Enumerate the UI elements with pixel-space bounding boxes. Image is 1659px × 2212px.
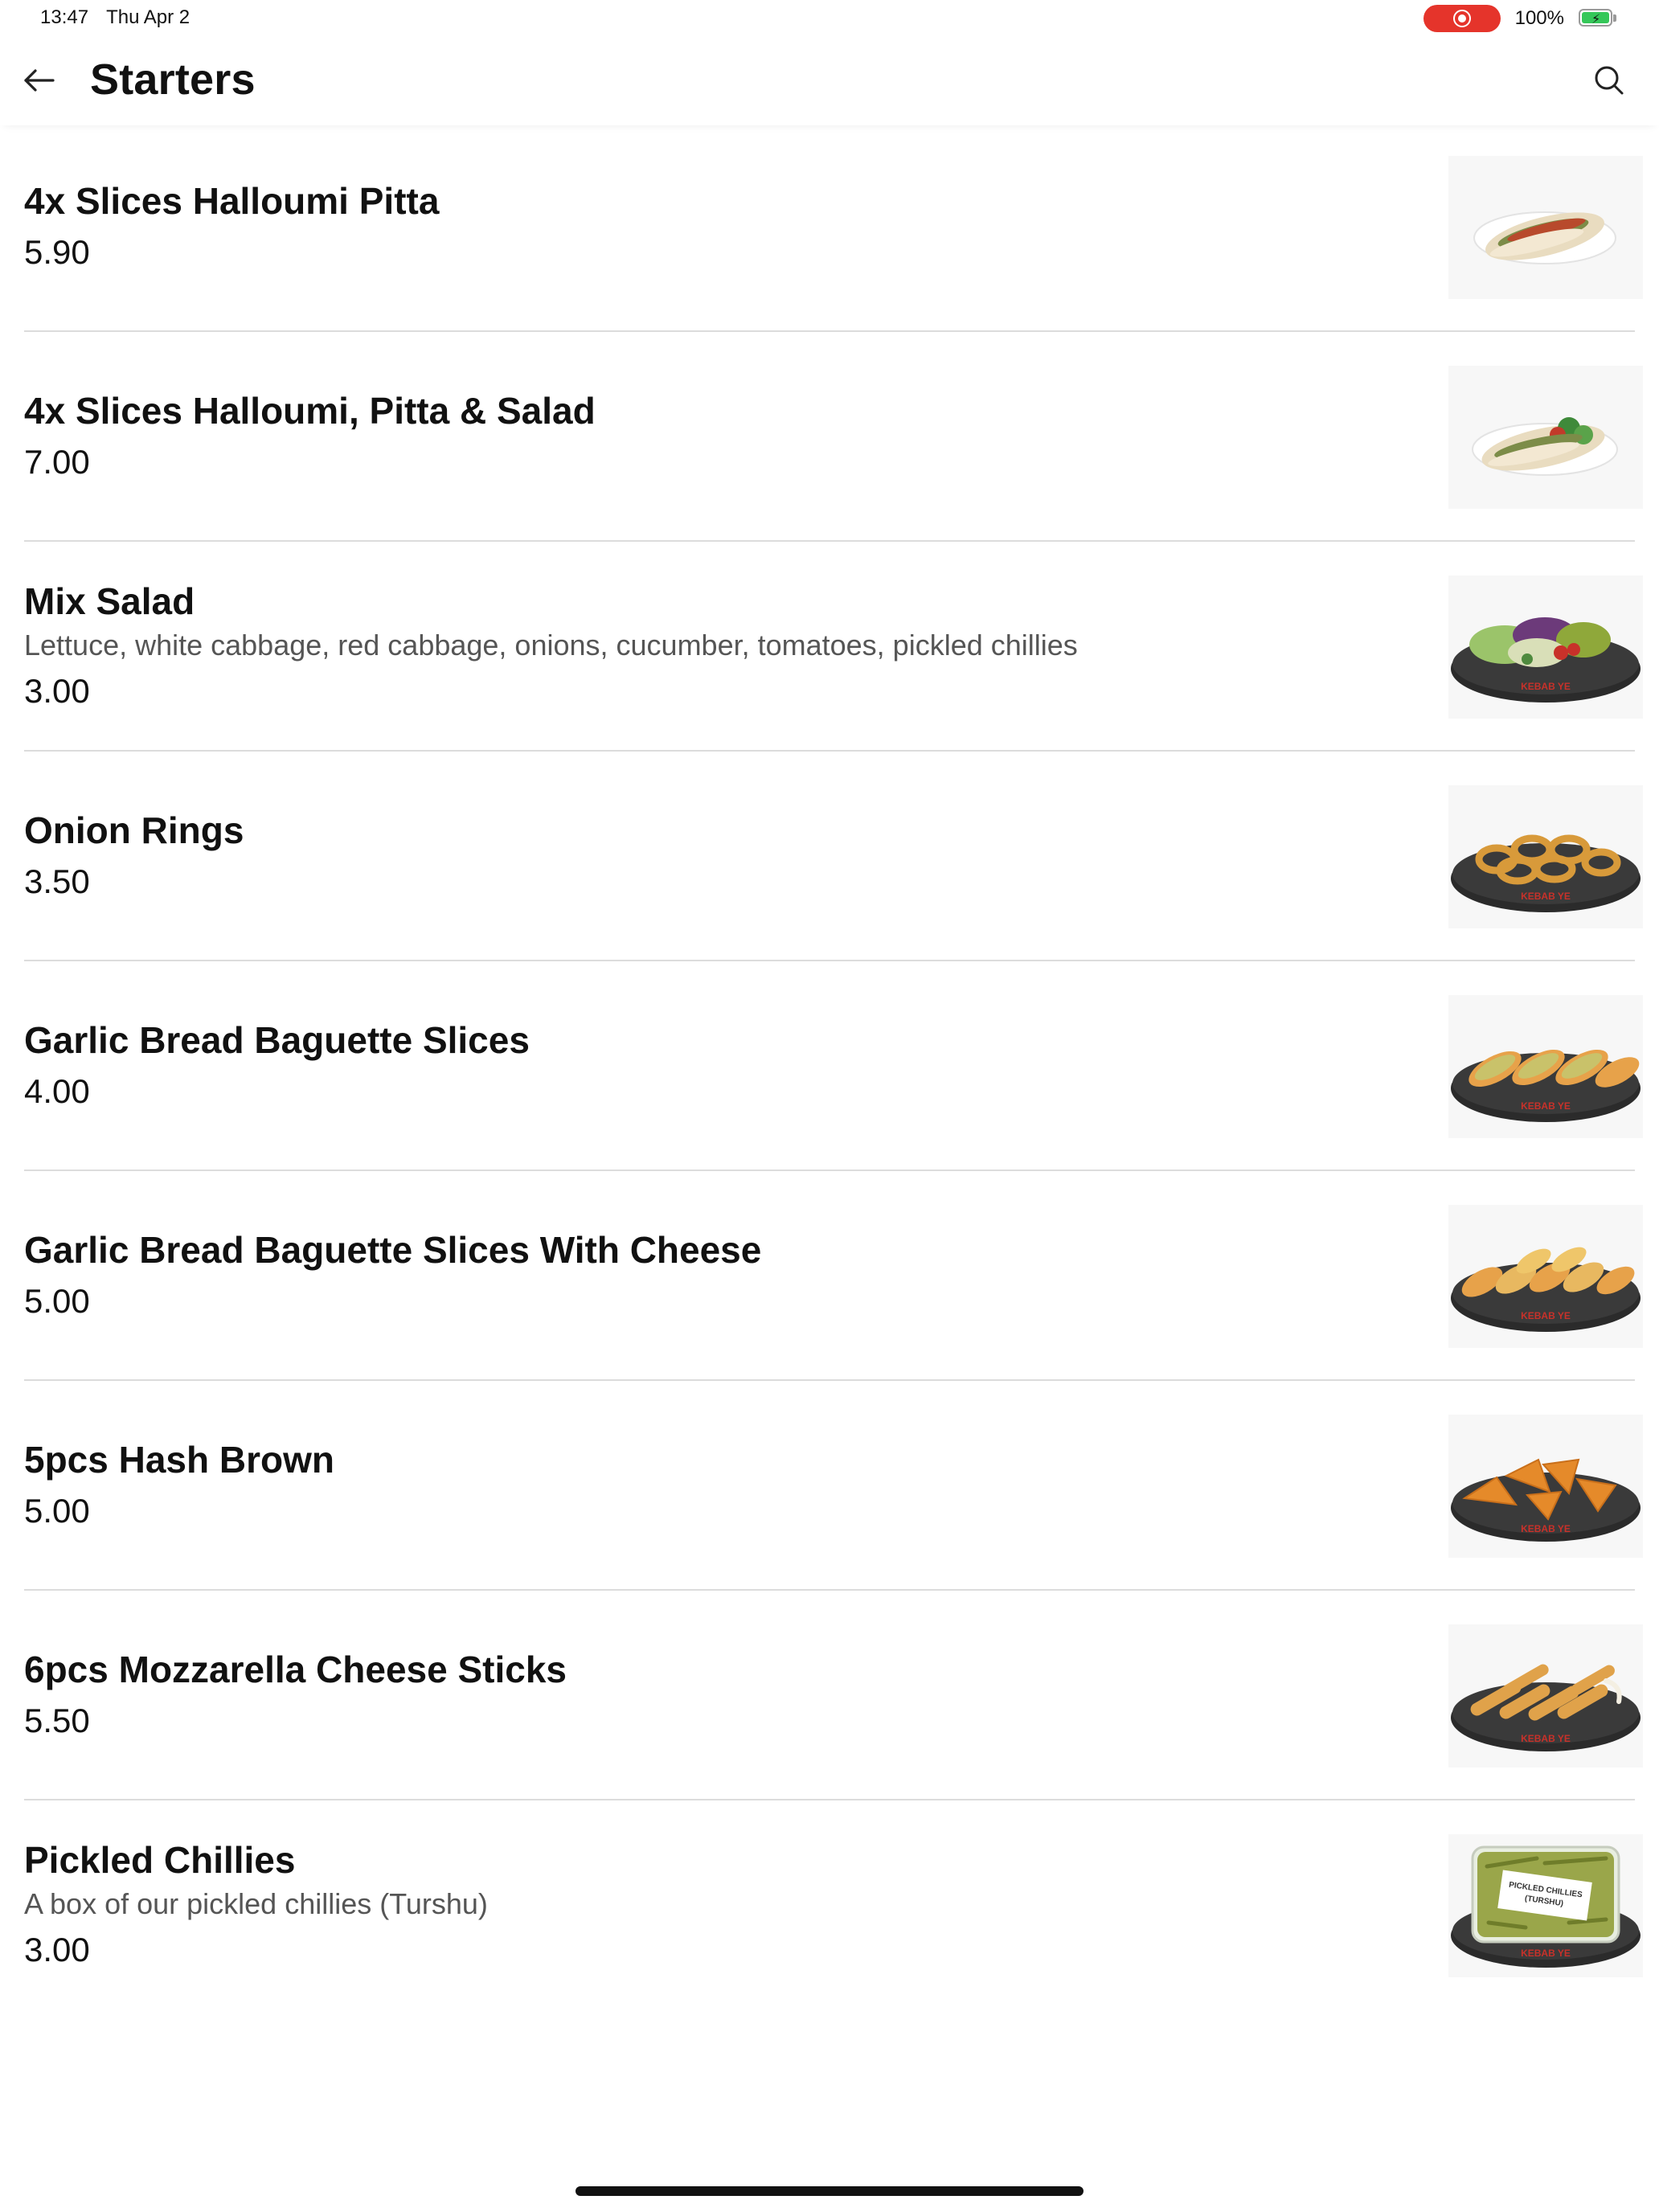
menu-item-description: A box of our pickled chillies (Turshu) bbox=[24, 1886, 488, 1920]
menu-list: 4x Slices Halloumi Pitta 5.90 4x Slices … bbox=[0, 122, 1659, 2010]
hash-brown-image: KEBAB YE bbox=[1448, 1414, 1643, 1558]
menu-item[interactable]: 4x Slices Halloumi, Pitta & Salad 7.00 bbox=[0, 332, 1659, 542]
menu-item-text: Pickled Chillies A box of our pickled ch… bbox=[24, 1835, 1391, 1976]
menu-item[interactable]: Onion Rings 3.50 KEBAB YE bbox=[0, 752, 1659, 961]
record-dot-icon bbox=[1457, 14, 1466, 23]
menu-item-text: 5pcs Hash Brown 5.00 bbox=[24, 1435, 1391, 1538]
menu-item-image: KEBAB YE bbox=[1448, 575, 1643, 719]
plate-label: KEBAB YE bbox=[1521, 891, 1571, 902]
menu-item[interactable]: Pickled Chillies A box of our pickled ch… bbox=[0, 1800, 1659, 2010]
menu-item-name: 4x Slices Halloumi Pitta bbox=[24, 179, 440, 222]
charging-bolt-icon: ⚡ bbox=[1591, 13, 1601, 27]
page-title: Starters bbox=[90, 55, 256, 104]
battery-percentage: 100% bbox=[1514, 7, 1564, 29]
arrow-left-icon bbox=[24, 69, 55, 92]
header: Starters bbox=[0, 40, 1659, 125]
menu-item-name: Mix Salad bbox=[24, 580, 195, 622]
menu-item-text: 4x Slices Halloumi Pitta 5.90 bbox=[24, 176, 1391, 279]
status-left: 13:47 Thu Apr 2 bbox=[40, 6, 190, 29]
menu-item-price: 4.00 bbox=[24, 1071, 90, 1110]
battery-icon: ⚡ bbox=[1579, 9, 1619, 28]
menu-item-price: 3.50 bbox=[24, 862, 90, 900]
halloumi-pitta-image bbox=[1448, 155, 1643, 299]
mix-salad-image: KEBAB YE bbox=[1448, 575, 1643, 719]
menu-item-price: 7.00 bbox=[24, 442, 90, 481]
plate-label: KEBAB YE bbox=[1521, 681, 1571, 692]
menu-item-name: 6pcs Mozzarella Cheese Sticks bbox=[24, 1648, 567, 1690]
menu-item-text: Mix Salad Lettuce, white cabbage, red ca… bbox=[24, 576, 1391, 718]
plate-label: KEBAB YE bbox=[1521, 1523, 1571, 1534]
mozzarella-sticks-image: KEBAB YE bbox=[1448, 1624, 1643, 1768]
plate-label: KEBAB YE bbox=[1521, 1948, 1571, 1959]
menu-item-image: KEBAB YE bbox=[1448, 1204, 1643, 1348]
menu-item-name: 5pcs Hash Brown bbox=[24, 1438, 334, 1481]
screen-recording-indicator[interactable] bbox=[1423, 5, 1501, 32]
menu-item-text: 6pcs Mozzarella Cheese Sticks 5.50 bbox=[24, 1645, 1391, 1747]
menu-item-price: 3.00 bbox=[24, 1930, 90, 1968]
menu-item-price: 3.00 bbox=[24, 671, 90, 710]
menu-item-name: Pickled Chillies bbox=[24, 1838, 296, 1881]
menu-item-image: KEBAB YE bbox=[1448, 784, 1643, 928]
menu-item[interactable]: Garlic Bread Baguette Slices With Cheese… bbox=[0, 1171, 1659, 1381]
menu-item-text: Onion Rings 3.50 bbox=[24, 805, 1391, 908]
menu-item-text: Garlic Bread Baguette Slices With Cheese… bbox=[24, 1225, 1391, 1328]
menu-item-name: 4x Slices Halloumi, Pitta & Salad bbox=[24, 389, 596, 432]
search-button[interactable] bbox=[1588, 59, 1630, 101]
menu-item[interactable]: 6pcs Mozzarella Cheese Sticks 5.50 KEBAB… bbox=[0, 1591, 1659, 1800]
menu-item-price: 5.00 bbox=[24, 1491, 90, 1530]
halloumi-pitta-salad-image bbox=[1448, 365, 1643, 509]
menu-item[interactable]: Garlic Bread Baguette Slices 4.00 KEBAB … bbox=[0, 961, 1659, 1171]
onion-rings-image: KEBAB YE bbox=[1448, 784, 1643, 928]
menu-item-image: KEBAB YE bbox=[1448, 1624, 1643, 1768]
garlic-bread-cheese-image: KEBAB YE bbox=[1448, 1204, 1643, 1348]
plate-label: KEBAB YE bbox=[1521, 1733, 1571, 1744]
menu-item-description: Lettuce, white cabbage, red cabbage, oni… bbox=[24, 628, 1078, 662]
status-right: 100% ⚡ bbox=[1423, 5, 1619, 32]
menu-item-name: Garlic Bread Baguette Slices With Cheese bbox=[24, 1228, 762, 1271]
menu-item-image: KEBAB YE bbox=[1448, 1414, 1643, 1558]
menu-item-image: KEBAB YE bbox=[1448, 994, 1643, 1138]
garlic-bread-image: KEBAB YE bbox=[1448, 994, 1643, 1138]
back-button[interactable] bbox=[18, 58, 63, 103]
menu-item-name: Onion Rings bbox=[24, 809, 244, 851]
pickled-chillies-image: PICKLED CHILLIES (TURSHU) KEBAB YE bbox=[1448, 1833, 1643, 1977]
status-date: Thu Apr 2 bbox=[106, 6, 190, 28]
menu-item-image bbox=[1448, 155, 1643, 299]
menu-item-text: 4x Slices Halloumi, Pitta & Salad 7.00 bbox=[24, 386, 1391, 489]
menu-item[interactable]: Mix Salad Lettuce, white cabbage, red ca… bbox=[0, 542, 1659, 752]
menu-item-price: 5.00 bbox=[24, 1281, 90, 1320]
search-icon bbox=[1595, 66, 1624, 95]
menu-item[interactable]: 5pcs Hash Brown 5.00 KEBAB YE bbox=[0, 1381, 1659, 1591]
menu-item[interactable]: 4x Slices Halloumi Pitta 5.90 bbox=[0, 122, 1659, 332]
status-time: 13:47 bbox=[40, 6, 89, 28]
menu-item-text: Garlic Bread Baguette Slices 4.00 bbox=[24, 1015, 1391, 1118]
menu-item-price: 5.50 bbox=[24, 1701, 90, 1739]
status-bar: 13:47 Thu Apr 2 100% ⚡ bbox=[0, 0, 1659, 39]
menu-item-name: Garlic Bread Baguette Slices bbox=[24, 1018, 530, 1061]
home-indicator[interactable] bbox=[576, 2186, 1083, 2196]
menu-item-image: PICKLED CHILLIES (TURSHU) KEBAB YE bbox=[1448, 1833, 1643, 1977]
menu-item-image bbox=[1448, 365, 1643, 509]
plate-label: KEBAB YE bbox=[1521, 1310, 1571, 1321]
menu-item-price: 5.90 bbox=[24, 232, 90, 271]
plate-label: KEBAB YE bbox=[1521, 1100, 1571, 1112]
